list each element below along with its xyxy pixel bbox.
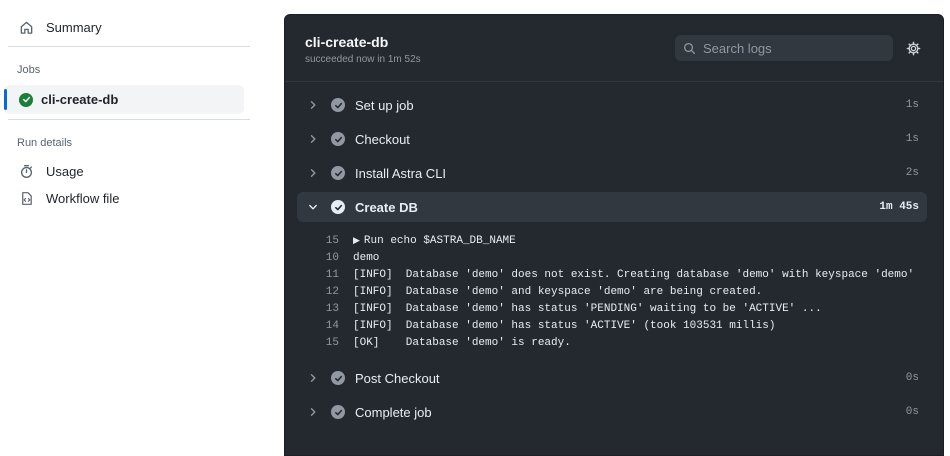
sidebar-item-usage[interactable]: Usage bbox=[8, 157, 244, 185]
run-details-heading: Run details bbox=[17, 137, 73, 149]
job-title: cli-create-db bbox=[305, 34, 389, 50]
step-duration: 0s bbox=[905, 372, 919, 384]
step-duration: 1s bbox=[905, 99, 919, 111]
log-line-number: 13 bbox=[325, 302, 339, 315]
log-line-text: [INFO] Database 'demo' and keyspace 'dem… bbox=[353, 285, 763, 298]
log-line-number: 10 bbox=[325, 251, 339, 264]
check-circle-icon bbox=[331, 98, 345, 112]
header-divider bbox=[285, 81, 943, 82]
search-logs-input[interactable] bbox=[703, 40, 883, 56]
chevron-right-icon bbox=[307, 99, 319, 111]
step-complete-job[interactable]: Complete job 0s bbox=[297, 397, 927, 427]
log-line-number: 15 bbox=[325, 234, 339, 247]
sidebar-item-summary[interactable]: Summary bbox=[8, 13, 244, 41]
log-line: 12 [INFO] Database 'demo' and keyspace '… bbox=[315, 283, 935, 300]
sidebar: Summary Jobs cli-create-db Run details U… bbox=[0, 0, 262, 446]
check-circle-icon bbox=[331, 405, 345, 419]
step-duration: 2s bbox=[905, 167, 919, 179]
step-duration: 1m 45s bbox=[879, 201, 919, 213]
chevron-right-icon bbox=[307, 133, 319, 145]
log-line: 13 [INFO] Database 'demo' has status 'PE… bbox=[315, 300, 935, 317]
log-line: 10 demo bbox=[315, 249, 935, 266]
check-circle-icon bbox=[331, 166, 345, 180]
sidebar-item-label: Summary bbox=[46, 19, 102, 35]
file-code-icon bbox=[18, 190, 34, 206]
step-duration: 0s bbox=[905, 406, 919, 418]
job-label: cli-create-db bbox=[41, 92, 119, 107]
job-status-subtitle: succeeded now in 1m 52s bbox=[305, 54, 421, 65]
log-line: 14 [INFO] Database 'demo' has status 'AC… bbox=[315, 317, 935, 334]
step-name: Install Astra CLI bbox=[355, 165, 447, 181]
jobs-heading: Jobs bbox=[17, 64, 41, 76]
triangle-right-icon[interactable]: ▶ bbox=[353, 236, 360, 246]
step-checkout[interactable]: Checkout 1s bbox=[297, 124, 927, 154]
step-log-output: 15 ▶ Run echo $ASTRA_DB_NAME 10 demo 11 … bbox=[315, 232, 935, 351]
chevron-right-icon bbox=[307, 167, 319, 179]
sidebar-item-label: Workflow file bbox=[46, 190, 120, 206]
sidebar-divider bbox=[8, 46, 250, 47]
chevron-right-icon bbox=[307, 372, 319, 384]
sidebar-item-label: Usage bbox=[46, 163, 84, 179]
log-line-number: 14 bbox=[325, 319, 339, 332]
step-name: Set up job bbox=[355, 97, 414, 113]
step-name: Checkout bbox=[355, 131, 410, 147]
active-indicator bbox=[4, 89, 7, 110]
log-line-text: Run echo $ASTRA_DB_NAME bbox=[363, 234, 516, 247]
step-name: Create DB bbox=[355, 199, 418, 215]
log-line-number: 12 bbox=[325, 285, 339, 298]
check-circle-icon bbox=[19, 92, 33, 107]
check-circle-icon bbox=[331, 132, 345, 146]
home-icon bbox=[18, 19, 34, 35]
log-line-number: 11 bbox=[325, 268, 339, 281]
step-install-astra-cli[interactable]: Install Astra CLI 2s bbox=[297, 158, 927, 188]
log-line-text: [INFO] Database 'demo' does not exist. C… bbox=[353, 268, 915, 281]
search-icon bbox=[683, 41, 697, 55]
check-circle-icon bbox=[331, 200, 345, 214]
chevron-down-icon bbox=[307, 201, 319, 213]
log-line-text: [INFO] Database 'demo' has status 'PENDI… bbox=[353, 302, 822, 315]
log-line-text: [OK] Database 'demo' is ready. bbox=[353, 336, 571, 349]
check-circle-icon bbox=[331, 371, 345, 385]
step-duration: 1s bbox=[905, 133, 919, 145]
step-create-db[interactable]: Create DB 1m 45s bbox=[297, 192, 927, 222]
log-line: 11 [INFO] Database 'demo' does not exist… bbox=[315, 266, 935, 283]
search-logs-box[interactable] bbox=[675, 35, 893, 61]
stopwatch-icon bbox=[18, 163, 34, 179]
step-set-up-job[interactable]: Set up job 1s bbox=[297, 90, 927, 120]
log-line-text: demo bbox=[353, 251, 380, 264]
log-line: 15 ▶ Run echo $ASTRA_DB_NAME bbox=[315, 232, 935, 249]
step-name: Post Checkout bbox=[355, 370, 440, 386]
log-line: 15 [OK] Database 'demo' is ready. bbox=[315, 334, 935, 351]
chevron-right-icon bbox=[307, 406, 319, 418]
step-post-checkout[interactable]: Post Checkout 0s bbox=[297, 363, 927, 393]
log-line-number: 15 bbox=[325, 336, 339, 349]
sidebar-item-workflow-file[interactable]: Workflow file bbox=[8, 184, 244, 212]
gear-icon[interactable] bbox=[905, 40, 921, 56]
sidebar-item-job[interactable]: cli-create-db bbox=[4, 85, 244, 114]
step-name: Complete job bbox=[355, 404, 432, 420]
job-log-panel: cli-create-db succeeded now in 1m 52s Se… bbox=[284, 14, 944, 456]
log-line-text: [INFO] Database 'demo' has status 'ACTIV… bbox=[353, 319, 776, 332]
sidebar-divider bbox=[8, 119, 250, 120]
